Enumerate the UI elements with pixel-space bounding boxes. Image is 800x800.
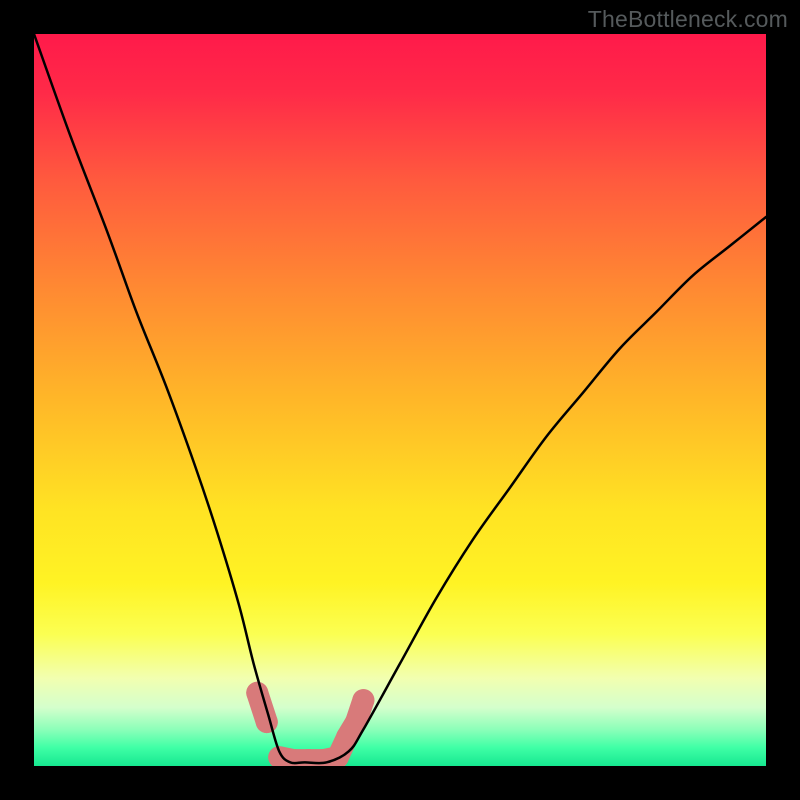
- chart-frame: TheBottleneck.com: [0, 0, 800, 800]
- marker-blobs: [246, 682, 374, 766]
- bottleneck-curve: [34, 34, 766, 763]
- watermark-text: TheBottleneck.com: [588, 6, 788, 33]
- plot-area: [34, 34, 766, 766]
- curve-layer: [34, 34, 766, 766]
